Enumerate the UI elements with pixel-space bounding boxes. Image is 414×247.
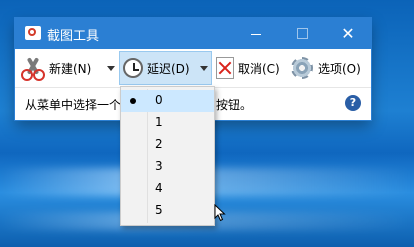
delay-option-2[interactable]: 2	[121, 134, 214, 156]
clock-icon	[123, 58, 143, 78]
minimize-icon	[251, 34, 261, 35]
delay-dropdown-arrow-icon[interactable]	[200, 66, 208, 71]
options-button[interactable]: 选项(O)	[290, 53, 361, 83]
minimize-button[interactable]	[233, 18, 279, 49]
window-title: 截图工具	[47, 29, 100, 44]
delay-button-label: 延迟(D)	[147, 61, 190, 76]
delay-option-1[interactable]: 1	[121, 112, 214, 134]
scissors-icon	[21, 56, 45, 81]
radio-dot-icon	[130, 98, 136, 104]
delay-option-0[interactable]: 0	[121, 90, 214, 112]
delay-dropdown-menu: 0 1 2 3 4 5	[120, 86, 215, 226]
new-dropdown-arrow-icon[interactable]	[107, 66, 115, 71]
options-button-label: 选项(O)	[318, 61, 361, 76]
snipping-tool-icon	[25, 26, 41, 40]
maximize-button[interactable]	[279, 18, 325, 49]
delay-option-label: 0	[155, 93, 163, 107]
delay-option-label: 4	[155, 181, 163, 195]
delay-option-3[interactable]: 3	[121, 156, 214, 178]
gear-icon	[290, 56, 314, 80]
delay-option-label: 3	[155, 159, 163, 173]
delay-option-label: 5	[155, 203, 163, 217]
mouse-cursor-icon	[214, 204, 226, 222]
new-button[interactable]: 新建(N)	[21, 53, 91, 83]
cancel-button[interactable]: 取消(C)	[216, 53, 280, 83]
delay-option-4[interactable]: 4	[121, 178, 214, 200]
toolbar: 新建(N) 延迟(D) 取消(C) 选项(O)	[15, 49, 371, 88]
delay-button[interactable]: 延迟(D)	[119, 51, 212, 85]
cancel-button-label: 取消(C)	[238, 61, 280, 76]
delay-option-5[interactable]: 5	[121, 200, 214, 222]
cancel-icon	[216, 57, 234, 79]
maximize-icon	[296, 28, 308, 39]
close-button[interactable]: ✕	[325, 18, 371, 49]
delay-option-label: 1	[155, 115, 163, 129]
help-icon[interactable]: ?	[345, 95, 361, 111]
delay-option-label: 2	[155, 137, 163, 151]
title-bar[interactable]: 截图工具 ✕	[15, 18, 371, 49]
new-button-label: 新建(N)	[49, 61, 92, 76]
